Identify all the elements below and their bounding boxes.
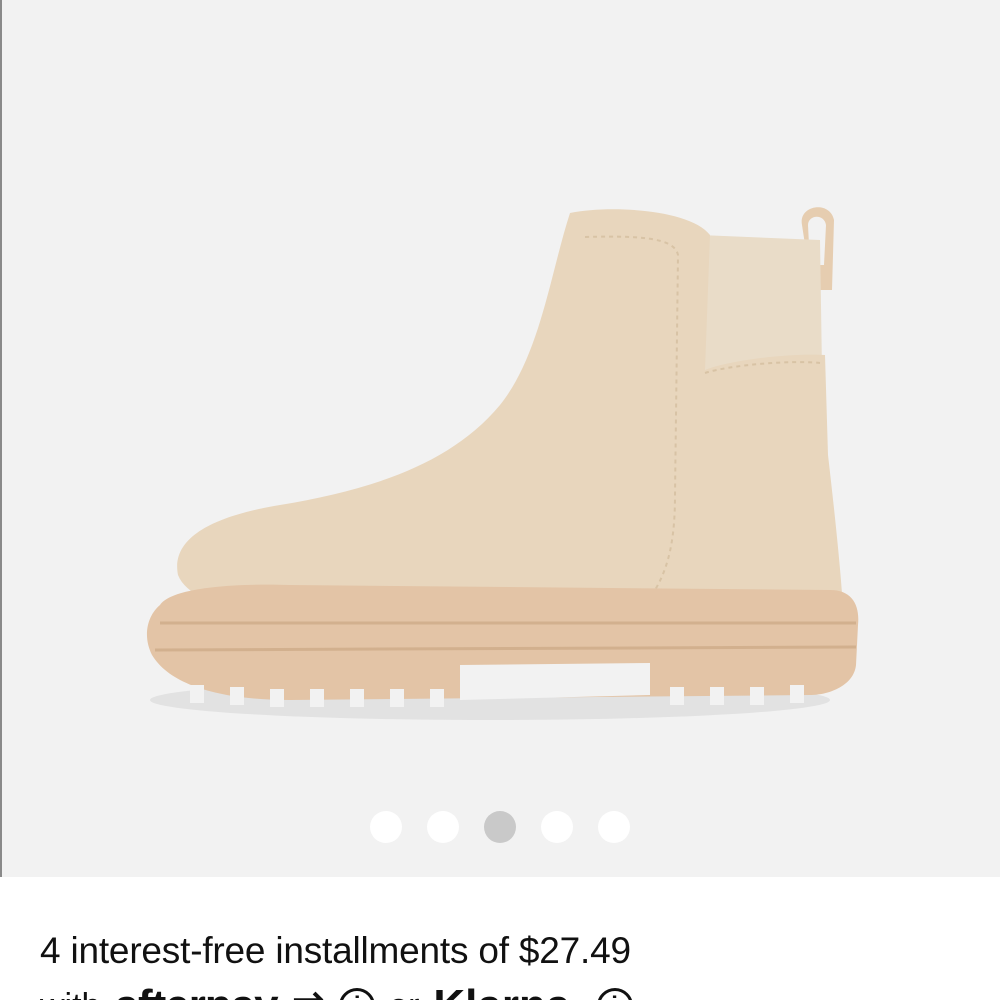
image-pager: [0, 808, 1000, 846]
klarna-logo[interactable]: Klarna.: [433, 981, 582, 1000]
with-text: with: [40, 987, 100, 1000]
pager-dot-3-active[interactable]: [484, 811, 516, 843]
afterpay-info-icon[interactable]: i: [339, 988, 376, 1000]
payment-installments-section: 4 interest-free installments of $27.49 w…: [0, 877, 1000, 1000]
afterpay-logo[interactable]: afterpay: [114, 981, 278, 1000]
pager-dot-1[interactable]: [370, 811, 402, 843]
afterpay-arrow-icon: ⇄: [292, 983, 326, 1000]
klarna-info-icon[interactable]: i: [596, 988, 633, 1000]
ankle-boot-image: [146, 207, 859, 720]
or-text: or: [389, 987, 419, 1000]
installments-text: 4 interest-free installments of $27.49: [40, 930, 631, 971]
payment-provider-row: with afterpay ⇄ i or Klarna. i: [40, 981, 633, 1000]
left-edge-divider: [0, 0, 2, 1000]
pager-dot-4[interactable]: [541, 811, 573, 843]
pager-dot-2[interactable]: [427, 811, 459, 843]
product-image-gallery[interactable]: [0, 0, 1000, 1000]
pager-dot-5[interactable]: [598, 811, 630, 843]
